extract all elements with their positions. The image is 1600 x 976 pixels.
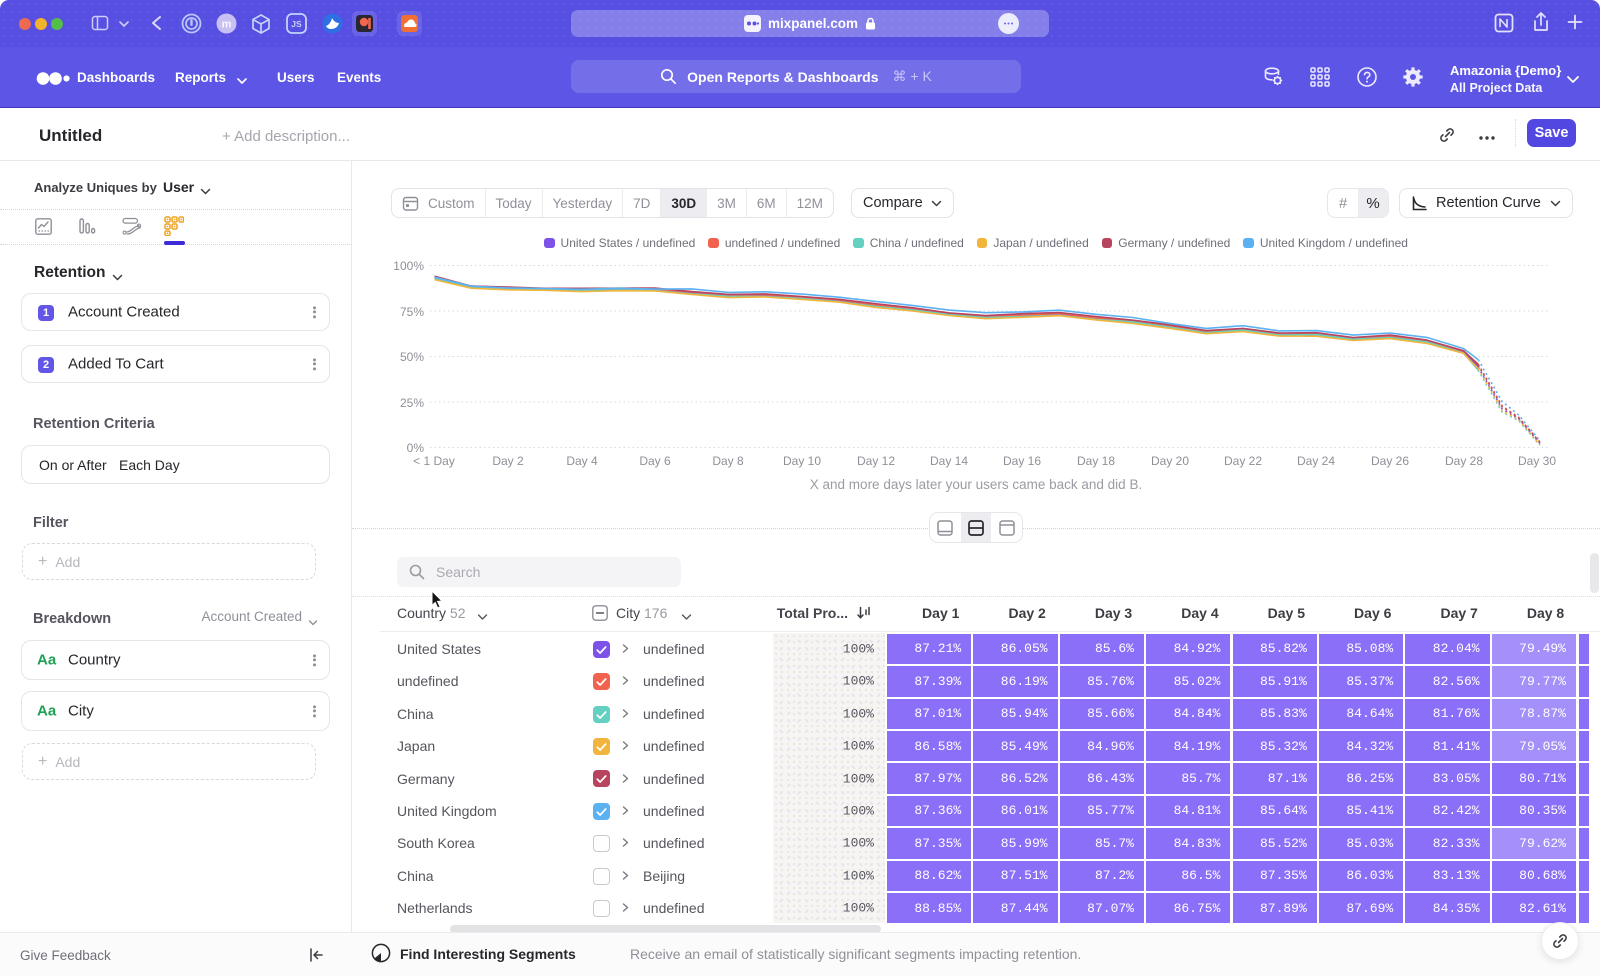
svg-text:m: m xyxy=(222,19,232,31)
svg-text:JS: JS xyxy=(291,19,302,29)
